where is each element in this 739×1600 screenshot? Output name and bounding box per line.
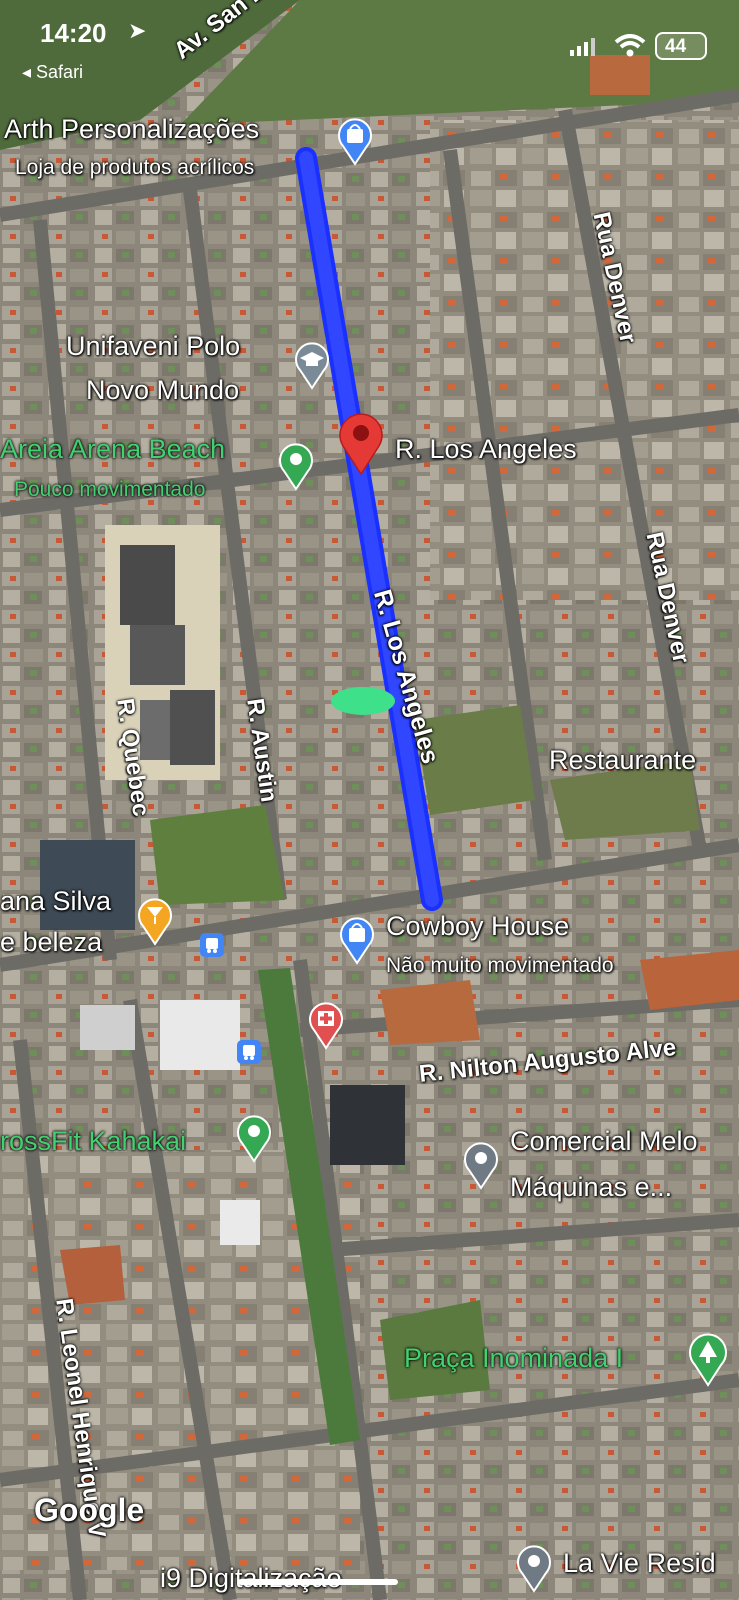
areia-park-pin-icon[interactable]: [278, 441, 314, 496]
la-vie-pin-icon[interactable]: [516, 1543, 552, 1598]
cocktail-pin-icon[interactable]: [137, 896, 173, 951]
battery-level: 44: [665, 36, 687, 57]
place-arth-subtitle: Loja de produtos acrílicos: [15, 156, 255, 179]
bus-stop-icon[interactable]: [237, 1040, 261, 1069]
tree-park-pin-icon[interactable]: [688, 1333, 728, 1392]
school-pin-icon[interactable]: [294, 340, 330, 395]
bus-stop-icon[interactable]: [200, 933, 224, 962]
medical-pin-icon[interactable]: [308, 1000, 344, 1055]
back-to-safari-link[interactable]: ◂ Safari: [22, 62, 83, 83]
home-indicator[interactable]: [238, 1579, 398, 1585]
place-la-vie[interactable]: La Vie Resid: [563, 1550, 716, 1577]
signal-icon: [570, 38, 596, 56]
place-comercial-line1[interactable]: Comercial Melo: [510, 1128, 698, 1155]
street-r-los-angeles-horizontal: R. Los Angeles: [395, 434, 577, 464]
place-areia-subtitle: Pouco movimentado: [14, 478, 206, 501]
place-arth-title[interactable]: Arth Personalizações: [4, 116, 259, 143]
place-unifaveni-line1[interactable]: Unifaveni Polo: [66, 333, 240, 360]
cowboy-shop-pin-icon[interactable]: [339, 915, 375, 970]
wifi-icon: [614, 34, 646, 58]
crossfit-pin-icon[interactable]: [236, 1113, 272, 1168]
place-ana-line1[interactable]: ana Silva: [0, 888, 111, 915]
place-cowboy-title[interactable]: Cowboy House: [386, 913, 569, 940]
place-comercial-line2[interactable]: Máquinas e...: [510, 1174, 672, 1201]
status-time: 14:20: [40, 18, 107, 48]
satellite-map[interactable]: [0, 0, 739, 1600]
shopping-bag-pin-icon[interactable]: [337, 116, 373, 171]
place-restaurante[interactable]: Restaurante: [549, 747, 696, 774]
place-crossfit[interactable]: rossFit Kahakai: [0, 1128, 186, 1155]
place-praca[interactable]: Praça Inominada I: [404, 1345, 623, 1372]
google-watermark: Google: [34, 1492, 145, 1528]
place-unifaveni-line2[interactable]: Novo Mundo: [86, 377, 239, 404]
location-arrow-icon: ➤: [128, 18, 147, 43]
place-cowboy-subtitle: Não muito movimentado: [386, 954, 614, 977]
place-areia-title[interactable]: Areia Arena Beach: [0, 436, 225, 463]
place-ana-line2[interactable]: e beleza: [0, 929, 102, 956]
battery-icon: 44: [655, 32, 707, 60]
comercial-pin-icon[interactable]: [463, 1140, 499, 1195]
selected-location-pin-icon[interactable]: [337, 410, 385, 481]
